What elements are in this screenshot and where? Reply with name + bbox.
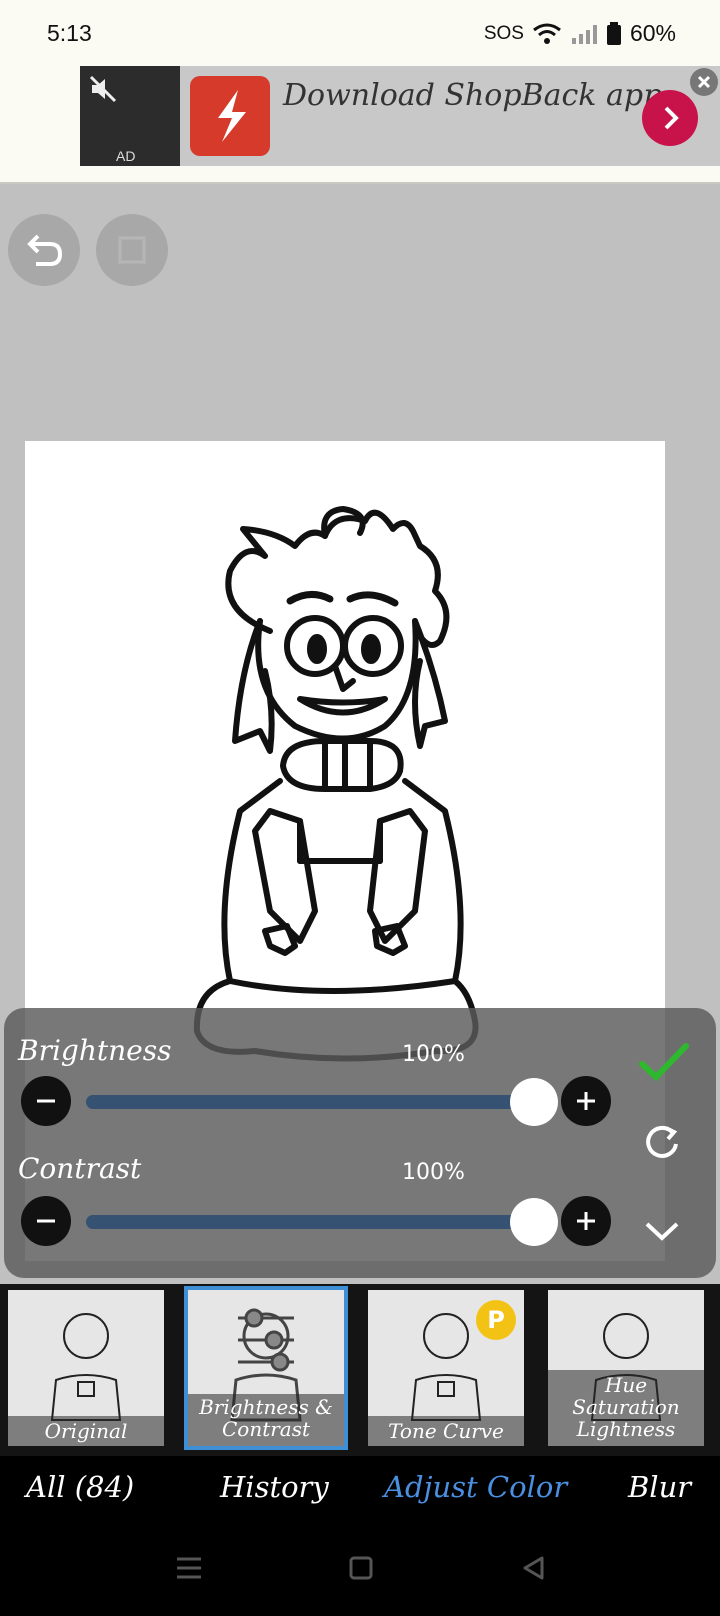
brightness-slider-track[interactable] (86, 1095, 532, 1109)
ad-text[interactable]: Download ShopBack app... (283, 78, 691, 113)
status-bar: 5:13 SOS 60% (0, 0, 720, 66)
ad-close-button[interactable] (690, 68, 718, 96)
filter-tone-curve[interactable]: P Tone Curve (368, 1290, 524, 1446)
filter-label: Original (8, 1416, 164, 1446)
brightness-plus-button[interactable] (561, 1076, 611, 1126)
back-icon[interactable] (520, 1554, 548, 1582)
muted-icon[interactable] (88, 74, 118, 104)
system-nav-bar (0, 1526, 720, 1616)
status-icons: SOS 60% (484, 20, 676, 47)
status-time: 5:13 (47, 20, 92, 46)
filter-label-line: Lightness (576, 1417, 676, 1441)
close-icon (697, 75, 711, 89)
filter-label-line: Saturation (572, 1395, 680, 1419)
filter-hue-saturation-lightness[interactable]: Hue Saturation Lightness (548, 1290, 704, 1446)
shopback-logo[interactable] (190, 76, 270, 156)
contrast-value: 100% (402, 1160, 465, 1185)
ad-video-thumbnail[interactable]: AD (80, 66, 180, 166)
filter-brightness-contrast[interactable]: Brightness & Contrast (184, 1286, 348, 1450)
filter-label: Brightness & Contrast (188, 1394, 344, 1446)
brightness-contrast-panel: Brightness 100% Contrast 100% (4, 1008, 716, 1278)
reset-icon[interactable] (640, 1120, 684, 1164)
minus-icon (37, 1219, 55, 1223)
filter-original[interactable]: Original (8, 1290, 164, 1446)
ad-cta-button[interactable] (642, 90, 698, 146)
brightness-slider-thumb[interactable] (510, 1078, 558, 1126)
layer-icon (118, 236, 146, 264)
filter-label-line: Hue (604, 1373, 648, 1397)
battery-percent: 60% (629, 20, 676, 46)
home-icon[interactable] (348, 1554, 374, 1582)
menu-icon[interactable] (174, 1554, 204, 1582)
plus-icon (577, 1092, 595, 1110)
undo-button[interactable] (8, 214, 80, 286)
contrast-slider-thumb[interactable] (510, 1198, 558, 1246)
category-tabs: All (84) History Adjust Color Blur (0, 1456, 720, 1526)
tab-all[interactable]: All (84) (26, 1470, 134, 1504)
layers-button[interactable] (96, 214, 168, 286)
ad-area: AD Download ShopBack app... (0, 66, 720, 184)
collapse-chevron-icon[interactable] (642, 1216, 682, 1244)
contrast-minus-button[interactable] (21, 1196, 71, 1246)
checkmark-icon[interactable] (636, 1040, 692, 1084)
brightness-minus-button[interactable] (21, 1076, 71, 1126)
contrast-slider-track[interactable] (86, 1215, 532, 1229)
tab-history[interactable]: History (220, 1470, 329, 1504)
undo-icon (27, 234, 63, 266)
contrast-plus-button[interactable] (561, 1196, 611, 1246)
plus-icon (577, 1212, 595, 1230)
brightness-value: 100% (402, 1042, 465, 1067)
chevron-right-icon (664, 106, 679, 130)
filter-thumbnail-strip: Original Brightness & Contrast P Tone Cu… (0, 1284, 720, 1456)
tab-adjust-color[interactable]: Adjust Color (384, 1470, 567, 1504)
filter-label: Hue Saturation Lightness (548, 1370, 704, 1446)
sos-indicator: SOS (483, 22, 524, 44)
signal-icon (571, 24, 597, 44)
brightness-label: Brightness (18, 1034, 172, 1067)
filter-label: Tone Curve (368, 1416, 524, 1446)
ad-banner[interactable]: AD Download ShopBack app... (80, 66, 720, 166)
wifi-icon (533, 23, 561, 44)
premium-badge: P (476, 1300, 516, 1340)
tab-blur[interactable]: Blur (628, 1470, 691, 1504)
contrast-label: Contrast (18, 1152, 142, 1185)
battery-icon (606, 21, 621, 45)
minus-icon (37, 1099, 55, 1103)
ad-label: AD (116, 148, 136, 164)
